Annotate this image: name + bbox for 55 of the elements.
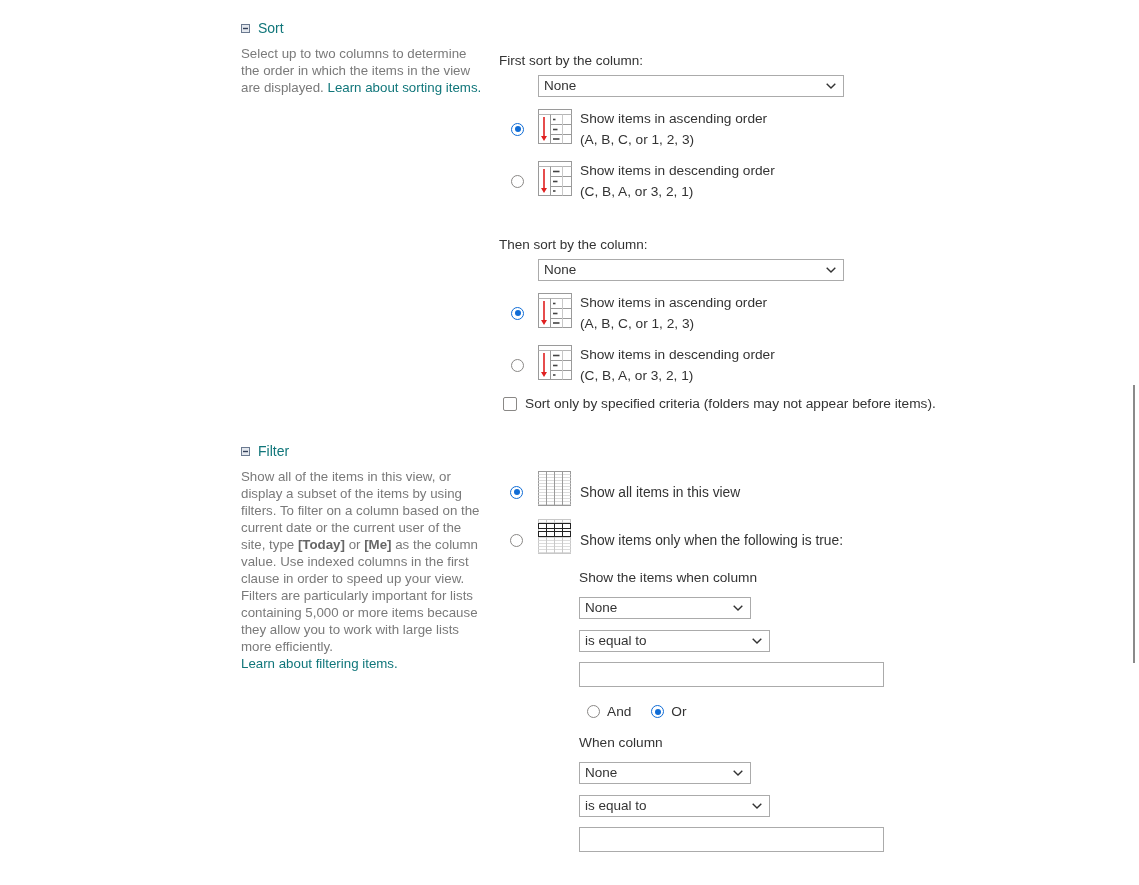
option-label: Show items in ascending order (580, 110, 768, 128)
option-label: Show items only when the following is true: (580, 531, 844, 549)
option-detail: (C, B, A, or 3, 2, 1) (580, 183, 695, 201)
chevron-down-icon (752, 638, 762, 644)
checkbox-label: Sort only by specified criteria (folders may not appear before items). (525, 395, 936, 412)
condition-label: Show the items when column (579, 569, 759, 586)
table-icon (538, 471, 571, 506)
filtered-table-icon (538, 519, 571, 554)
operator-dropdown[interactable]: is equal to (579, 795, 770, 817)
learn-more-link[interactable]: Learn about filtering items. (241, 656, 398, 671)
section-description: Select up to two columns to determine the order in which the items in the view are displayed. Learn about sorting items. (241, 45, 483, 96)
option-detail: (C, B, A, or 3, 2, 1) (580, 367, 695, 385)
sort-level-label: First sort by the column: (499, 52, 645, 69)
option-label: Show all items in this view (580, 483, 741, 501)
column-dropdown[interactable]: None (538, 259, 844, 281)
option-detail: (A, B, C, or 1, 2, 3) (580, 131, 696, 149)
radio-button[interactable] (511, 306, 524, 320)
value-field[interactable] (579, 827, 884, 852)
learn-more-link[interactable]: Learn about sorting items. (327, 80, 482, 95)
column-dropdown[interactable]: None (579, 762, 751, 784)
column-dropdown[interactable]: None (538, 75, 844, 97)
chevron-down-icon (826, 83, 836, 89)
option-label: Show items in descending order (580, 162, 775, 180)
radio-button[interactable] (651, 705, 665, 718)
section-title[interactable]: Filter (258, 443, 290, 460)
radio-button[interactable] (510, 485, 523, 499)
radio-button[interactable] (511, 122, 524, 136)
section-title[interactable]: Sort (258, 20, 284, 37)
section-description: Show all of the items in this view, or display a subset of the items by using filters. To filter on a column based on the current date or the current user of the site, type [Today] or [Me] as the column value. Use indexed columns in the first clause in order to speed up your view. Filters are particularly important for lists containing 5,000 or more items because they allow you to work with large lists more efficiently. Learn about filtering items. (241, 468, 481, 672)
radio-label: Or (671, 703, 687, 720)
checkbox[interactable] (503, 396, 517, 411)
collapse-icon[interactable] (241, 447, 250, 456)
sort-ascending-icon (538, 109, 572, 144)
condition-label: When column (579, 734, 664, 751)
radio-button[interactable] (510, 533, 523, 547)
sort-descending-icon (538, 345, 572, 380)
radio-button[interactable] (511, 174, 524, 188)
option-detail: (A, B, C, or 1, 2, 3) (580, 315, 696, 333)
sort-ascending-icon (538, 293, 572, 328)
sort-descending-icon (538, 161, 572, 196)
chevron-down-icon (733, 605, 743, 611)
collapse-icon[interactable] (241, 24, 250, 33)
radio-label: And (607, 703, 632, 720)
chevron-down-icon (752, 803, 762, 809)
option-label: Show items in ascending order (580, 294, 768, 312)
operator-dropdown[interactable]: is equal to (579, 630, 770, 652)
radio-button[interactable] (587, 705, 600, 718)
chevron-down-icon (733, 770, 743, 776)
chevron-down-icon (826, 267, 836, 273)
value-field[interactable] (579, 662, 884, 687)
sort-level-label: Then sort by the column: (499, 236, 649, 253)
option-label: Show items in descending order (580, 346, 775, 364)
column-dropdown[interactable]: None (579, 597, 751, 619)
scrollbar[interactable] (1133, 385, 1135, 663)
radio-button[interactable] (511, 358, 524, 372)
